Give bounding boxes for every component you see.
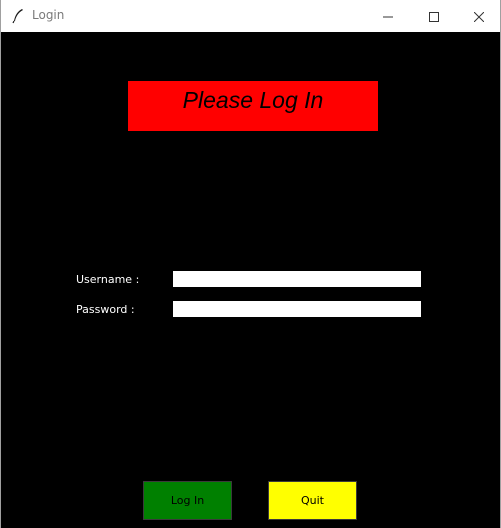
- password-label: Password :: [76, 303, 135, 316]
- window-title: Login: [32, 8, 65, 22]
- login-window: Login Please Log In Username : Password …: [0, 0, 501, 528]
- close-button[interactable]: [456, 0, 501, 32]
- minimize-icon: [383, 7, 393, 26]
- maximize-button[interactable]: [411, 0, 457, 32]
- maximize-icon: [429, 7, 439, 26]
- title-bar[interactable]: Login: [1, 0, 500, 32]
- username-label: Username :: [76, 273, 140, 286]
- header-banner: Please Log In: [128, 81, 378, 131]
- password-input[interactable]: [173, 301, 421, 317]
- quit-button[interactable]: Quit: [268, 481, 357, 520]
- minimize-button[interactable]: [365, 0, 411, 32]
- username-input[interactable]: [173, 271, 421, 287]
- page-title: Please Log In: [182, 87, 324, 113]
- login-button[interactable]: Log In: [143, 481, 232, 520]
- client-area: Please Log In Username : Password : Log …: [5, 32, 498, 528]
- close-icon: [473, 7, 485, 26]
- feather-icon: [11, 8, 25, 24]
